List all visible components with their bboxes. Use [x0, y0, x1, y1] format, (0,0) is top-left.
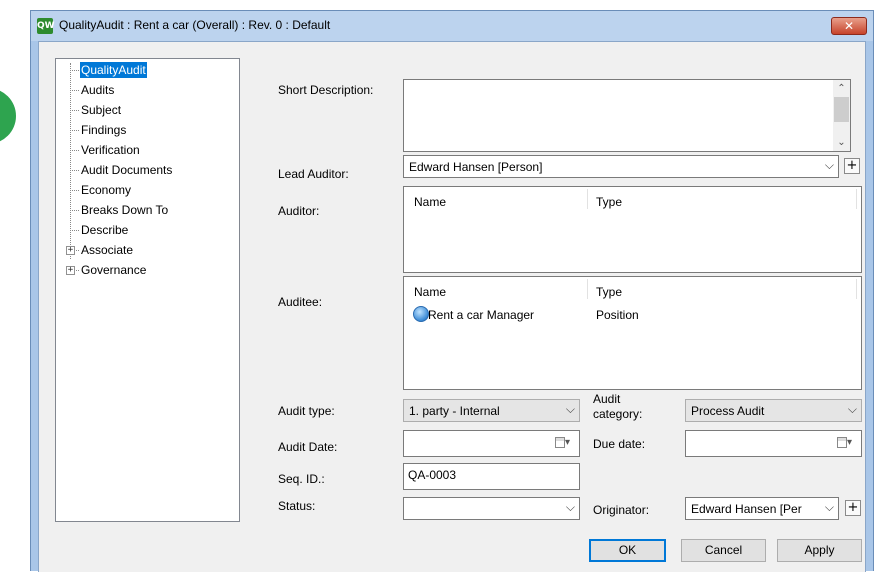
tree-connector [70, 60, 80, 80]
column-separator[interactable] [587, 279, 588, 299]
audit-type-label: Audit type: [278, 404, 335, 418]
originator-value: Edward Hansen [Per [691, 502, 802, 516]
short-description-label: Short Description: [278, 83, 374, 97]
tree-item-label: Describe [81, 223, 129, 237]
expand-icon[interactable]: + [66, 266, 75, 275]
background-app-badge [0, 88, 16, 144]
scroll-thumb[interactable] [834, 97, 849, 122]
seq-id-field[interactable]: QA-0003 [403, 463, 580, 490]
tree-connector [70, 100, 80, 120]
tree-item-label: Audit Documents [81, 163, 173, 177]
audit-type-combo[interactable]: 1. party - Internal ⌵ [403, 399, 580, 422]
expand-icon[interactable]: + [66, 246, 75, 255]
audit-category-value: Process Audit [691, 404, 765, 418]
ok-button[interactable]: OK [589, 539, 666, 562]
column-separator[interactable] [856, 279, 857, 299]
tree-item-label: Breaks Down To [81, 203, 169, 217]
scroll-up-icon[interactable]: ⌃ [833, 80, 850, 97]
audit-category-label-line2: category: [593, 407, 643, 421]
seq-id-value: QA-0003 [408, 468, 457, 482]
short-description-scrollbar[interactable]: ⌃ ⌄ [833, 80, 850, 151]
audit-date-field[interactable]: ▾ [403, 430, 580, 457]
due-date-label: Due date: [593, 437, 646, 451]
window-title: QualityAudit : Rent a car (Overall) : Re… [59, 18, 331, 32]
auditee-list[interactable]: Name Type Rent a car Manager Position [403, 276, 862, 390]
apply-button[interactable]: Apply [777, 539, 862, 562]
auditee-column-name[interactable]: Name [414, 285, 446, 299]
due-date-field[interactable]: ▾ [685, 430, 862, 457]
column-separator[interactable] [856, 189, 857, 209]
calendar-icon[interactable]: ▾ [555, 437, 575, 451]
auditor-column-type[interactable]: Type [596, 195, 622, 209]
tree-connector [70, 80, 80, 100]
chevron-down-icon: ⌵ [565, 500, 575, 514]
seq-id-label: Seq. ID.: [278, 472, 325, 486]
lead-auditor-label: Lead Auditor: [278, 167, 349, 181]
column-separator[interactable] [587, 189, 588, 209]
chevron-down-icon: ⌵ [565, 402, 575, 416]
originator-label: Originator: [593, 503, 650, 517]
chevron-down-icon: ⌵ [824, 158, 834, 172]
auditee-name: Rent a car Manager [428, 308, 535, 322]
auditee-type: Position [596, 308, 639, 322]
tree-item-label: Findings [81, 123, 127, 137]
app-logo-icon: QW [37, 18, 55, 34]
navigation-tree[interactable]: QualityAudit Audits Subject Findings Ver… [55, 58, 240, 522]
auditor-list[interactable]: Name Type [403, 186, 862, 273]
tree-item-label: Associate [81, 243, 134, 257]
tree-item-label: Audits [81, 83, 115, 97]
audit-date-label: Audit Date: [278, 440, 338, 454]
tree-item-label: Governance [81, 263, 147, 277]
cancel-button[interactable]: Cancel [681, 539, 766, 562]
chevron-down-icon: ⌵ [824, 500, 834, 514]
originator-combo[interactable]: Edward Hansen [Per ⌵ [685, 497, 839, 520]
status-combo[interactable]: ⌵ [403, 497, 580, 520]
dialog-window: QW QualityAudit : Rent a car (Overall) :… [30, 10, 874, 572]
tree-item-label: Subject [81, 103, 122, 117]
short-description-field[interactable]: ⌃ ⌄ [403, 79, 851, 152]
tree-item-label: QualityAudit [80, 62, 147, 78]
tree-connector [70, 140, 80, 160]
dialog-body: QualityAudit Audits Subject Findings Ver… [38, 41, 866, 572]
calendar-icon[interactable]: ▾ [837, 437, 857, 451]
tree-connector [70, 180, 80, 200]
list-item[interactable]: Rent a car Manager Position [410, 304, 850, 324]
scroll-down-icon[interactable]: ⌄ [833, 134, 850, 151]
auditor-label: Auditor: [278, 204, 320, 218]
auditee-label: Auditee: [278, 295, 323, 309]
add-originator-button[interactable]: + [845, 500, 861, 516]
close-button[interactable]: ✕ [831, 17, 867, 35]
tree-item-label: Economy [81, 183, 132, 197]
auditor-column-name[interactable]: Name [414, 195, 446, 209]
position-icon [413, 306, 429, 322]
tree-connector [70, 120, 80, 140]
auditee-column-type[interactable]: Type [596, 285, 622, 299]
lead-auditor-value: Edward Hansen [Person] [409, 160, 543, 174]
status-label: Status: [278, 499, 316, 513]
chevron-down-icon: ⌵ [847, 402, 857, 416]
tree-connector [70, 160, 80, 180]
lead-auditor-combo[interactable]: Edward Hansen [Person] ⌵ [403, 155, 839, 178]
title-bar[interactable]: QW QualityAudit : Rent a car (Overall) :… [31, 11, 873, 41]
audit-category-combo[interactable]: Process Audit ⌵ [685, 399, 862, 422]
tree-connector [70, 220, 80, 240]
audit-type-value: 1. party - Internal [409, 404, 500, 418]
tree-connector [70, 200, 80, 220]
audit-category-label-line1: Audit [593, 392, 621, 406]
add-lead-auditor-button[interactable]: + [844, 158, 860, 174]
tree-item-label: Verification [81, 143, 140, 157]
